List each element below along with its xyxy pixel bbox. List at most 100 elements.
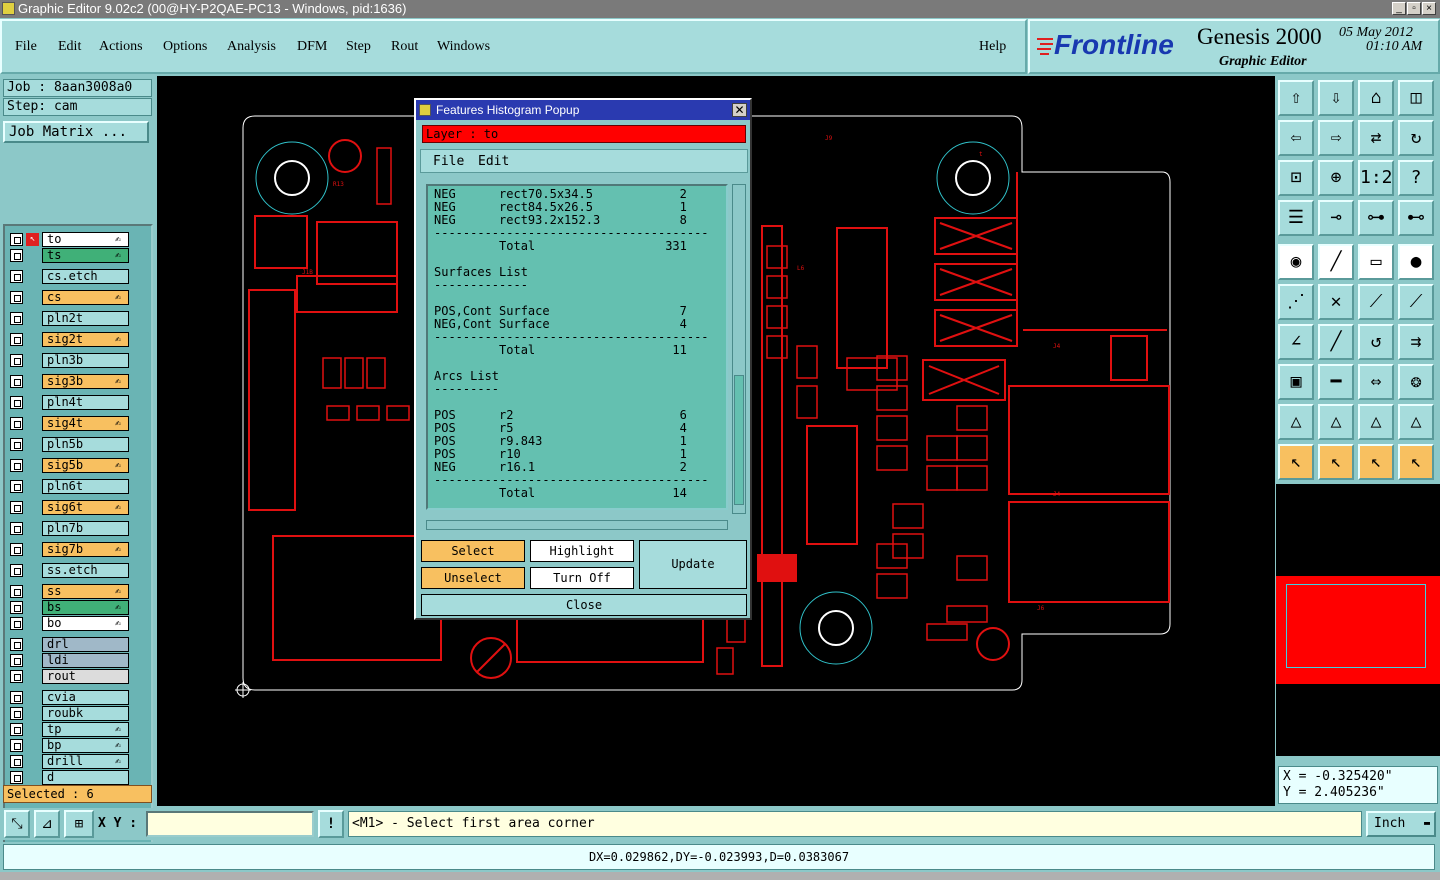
layer-name[interactable]: pln4t (42, 395, 129, 410)
layer-name[interactable]: roubk (42, 706, 129, 721)
layer-row[interactable]: ldi (9, 653, 129, 668)
filter-icon[interactable]: ☰ (1278, 200, 1314, 236)
popup-menu-edit[interactable]: Edit (478, 154, 509, 169)
layer-checkbox[interactable] (10, 270, 23, 283)
layer-checkbox[interactable] (10, 601, 23, 614)
layer-row[interactable]: tp ✍ (9, 722, 129, 737)
layer-name[interactable]: ldi (42, 653, 129, 668)
layer-checkbox[interactable] (10, 771, 23, 784)
pointer-area-icon[interactable]: ↖ (1358, 444, 1394, 480)
ruler-icon[interactable]: ▭ (1358, 244, 1394, 280)
layer-row[interactable]: pln3b (9, 353, 129, 368)
minimize-button[interactable]: _ (1392, 2, 1406, 15)
window-icon[interactable]: ◫ (1398, 80, 1434, 116)
layer-row[interactable]: cvia (9, 690, 129, 705)
layer-row[interactable]: roubk (9, 706, 129, 721)
pointer-box-icon[interactable]: ↖ (1318, 444, 1354, 480)
break-icon[interactable]: ━ (1318, 364, 1354, 400)
layer-name[interactable]: pln6t (42, 479, 129, 494)
add-feature-icon[interactable]: ◉ (1278, 244, 1314, 280)
layer-row[interactable]: ts ✍ (9, 248, 129, 263)
layer-checkbox[interactable] (10, 755, 23, 768)
angle-icon[interactable]: ∠ (1278, 324, 1314, 360)
menu-rout[interactable]: Rout (391, 39, 418, 55)
layer-name[interactable]: ss.etch (42, 563, 129, 578)
menu-options[interactable]: Options (163, 39, 207, 55)
layer-checkbox[interactable] (10, 522, 23, 535)
menu-help[interactable]: Help (979, 39, 1006, 55)
highlight-button[interactable]: Highlight (530, 540, 634, 562)
menu-edit[interactable]: Edit (58, 39, 81, 55)
draw-line-icon[interactable]: ╱ (1318, 244, 1354, 280)
pad-round-icon[interactable]: ● (1398, 244, 1434, 280)
vertical-scrollbar[interactable] (732, 184, 746, 514)
layer-checkbox[interactable] (10, 480, 23, 493)
one-to-one-icon[interactable]: 1:2 (1358, 160, 1394, 196)
close-button[interactable]: Close (421, 594, 747, 616)
arc-icon[interactable]: ↺ (1358, 324, 1394, 360)
layer-row[interactable]: sig7b ✍ (9, 542, 129, 557)
layer-row[interactable]: cs.etch (9, 269, 129, 284)
net-icon[interactable]: ⊶ (1358, 200, 1394, 236)
job-matrix-button[interactable]: Job Matrix ... (3, 121, 149, 143)
layer-row[interactable]: bs ✍ (9, 600, 129, 615)
layer-row[interactable]: drill ✍ (9, 754, 129, 769)
layer-row[interactable]: ss.etch (9, 563, 129, 578)
close-window-button[interactable]: × (1422, 2, 1436, 15)
rotate-icon[interactable]: ↻ (1398, 120, 1434, 156)
group-icon[interactable]: ❂ (1398, 364, 1434, 400)
connect-icon[interactable]: ⋰ (1278, 284, 1314, 320)
layer-checkbox[interactable] (10, 564, 23, 577)
layer-row[interactable]: bo ✍ (9, 616, 129, 631)
help-icon[interactable]: ? (1398, 160, 1434, 196)
popup-close-icon[interactable]: ✕ (732, 103, 747, 117)
triangle4-icon[interactable]: △ (1398, 404, 1434, 440)
cross-icon[interactable]: ✕ (1318, 284, 1354, 320)
layer-checkbox[interactable] (10, 654, 23, 667)
menu-dfm[interactable]: DFM (297, 39, 327, 55)
fit-icon[interactable]: ⊡ (1278, 160, 1314, 196)
menu-windows[interactable]: Windows (437, 39, 490, 55)
select-button[interactable]: Select (421, 540, 525, 562)
grid-icon[interactable]: ⊞ (64, 810, 94, 838)
layer-checkbox[interactable] (10, 375, 23, 388)
layer-row[interactable]: drl (9, 637, 129, 652)
layer-checkbox[interactable] (10, 585, 23, 598)
layer-checkbox[interactable] (10, 670, 23, 683)
layer-checkbox[interactable] (10, 691, 23, 704)
layer-name[interactable]: pln2t (42, 311, 129, 326)
layer-row[interactable]: pln6t (9, 479, 129, 494)
layer-row[interactable]: d (9, 770, 129, 785)
maximize-button[interactable]: ▫ (1407, 2, 1421, 15)
layer-checkbox[interactable] (10, 638, 23, 651)
layer-checkbox[interactable] (10, 459, 23, 472)
pointer-net-icon[interactable]: ↖ (1398, 444, 1434, 480)
layer-checkbox[interactable] (10, 723, 23, 736)
layer-checkbox[interactable] (10, 312, 23, 325)
info-icon[interactable]: ! (318, 810, 344, 838)
layer-checkbox[interactable] (10, 543, 23, 556)
home-icon[interactable]: ⌂ (1358, 80, 1394, 116)
net2-icon[interactable]: ⊷ (1398, 200, 1434, 236)
update-button[interactable]: Update (639, 540, 747, 589)
flip-icon[interactable]: ⇄ (1358, 120, 1394, 156)
layer-row[interactable]: rout (9, 669, 129, 684)
layer-row[interactable]: sig5b ✍ (9, 458, 129, 473)
layer-checkbox[interactable] (10, 501, 23, 514)
layer-row[interactable]: bp ✍ (9, 738, 129, 753)
scrollbar-thumb[interactable] (734, 375, 744, 505)
triangle3-icon[interactable]: △ (1358, 404, 1394, 440)
move-left-icon[interactable]: ⇦ (1278, 120, 1314, 156)
layer-row[interactable]: sig2t ✍ (9, 332, 129, 347)
layer-row[interactable]: sig3b ✍ (9, 374, 129, 389)
layer-checkbox[interactable] (10, 291, 23, 304)
layer-checkbox[interactable] (10, 354, 23, 367)
xy-input[interactable] (146, 811, 314, 837)
move-right-icon[interactable]: ⇨ (1318, 120, 1354, 156)
move-up-icon[interactable]: ⇧ (1278, 80, 1314, 116)
layer-row[interactable]: pln4t (9, 395, 129, 410)
layer-row[interactable]: pln7b (9, 521, 129, 536)
menu-actions[interactable]: Actions (99, 39, 143, 55)
layer-row[interactable]: cs ✍ (9, 290, 129, 305)
pad-icon[interactable]: ⊸ (1318, 200, 1354, 236)
